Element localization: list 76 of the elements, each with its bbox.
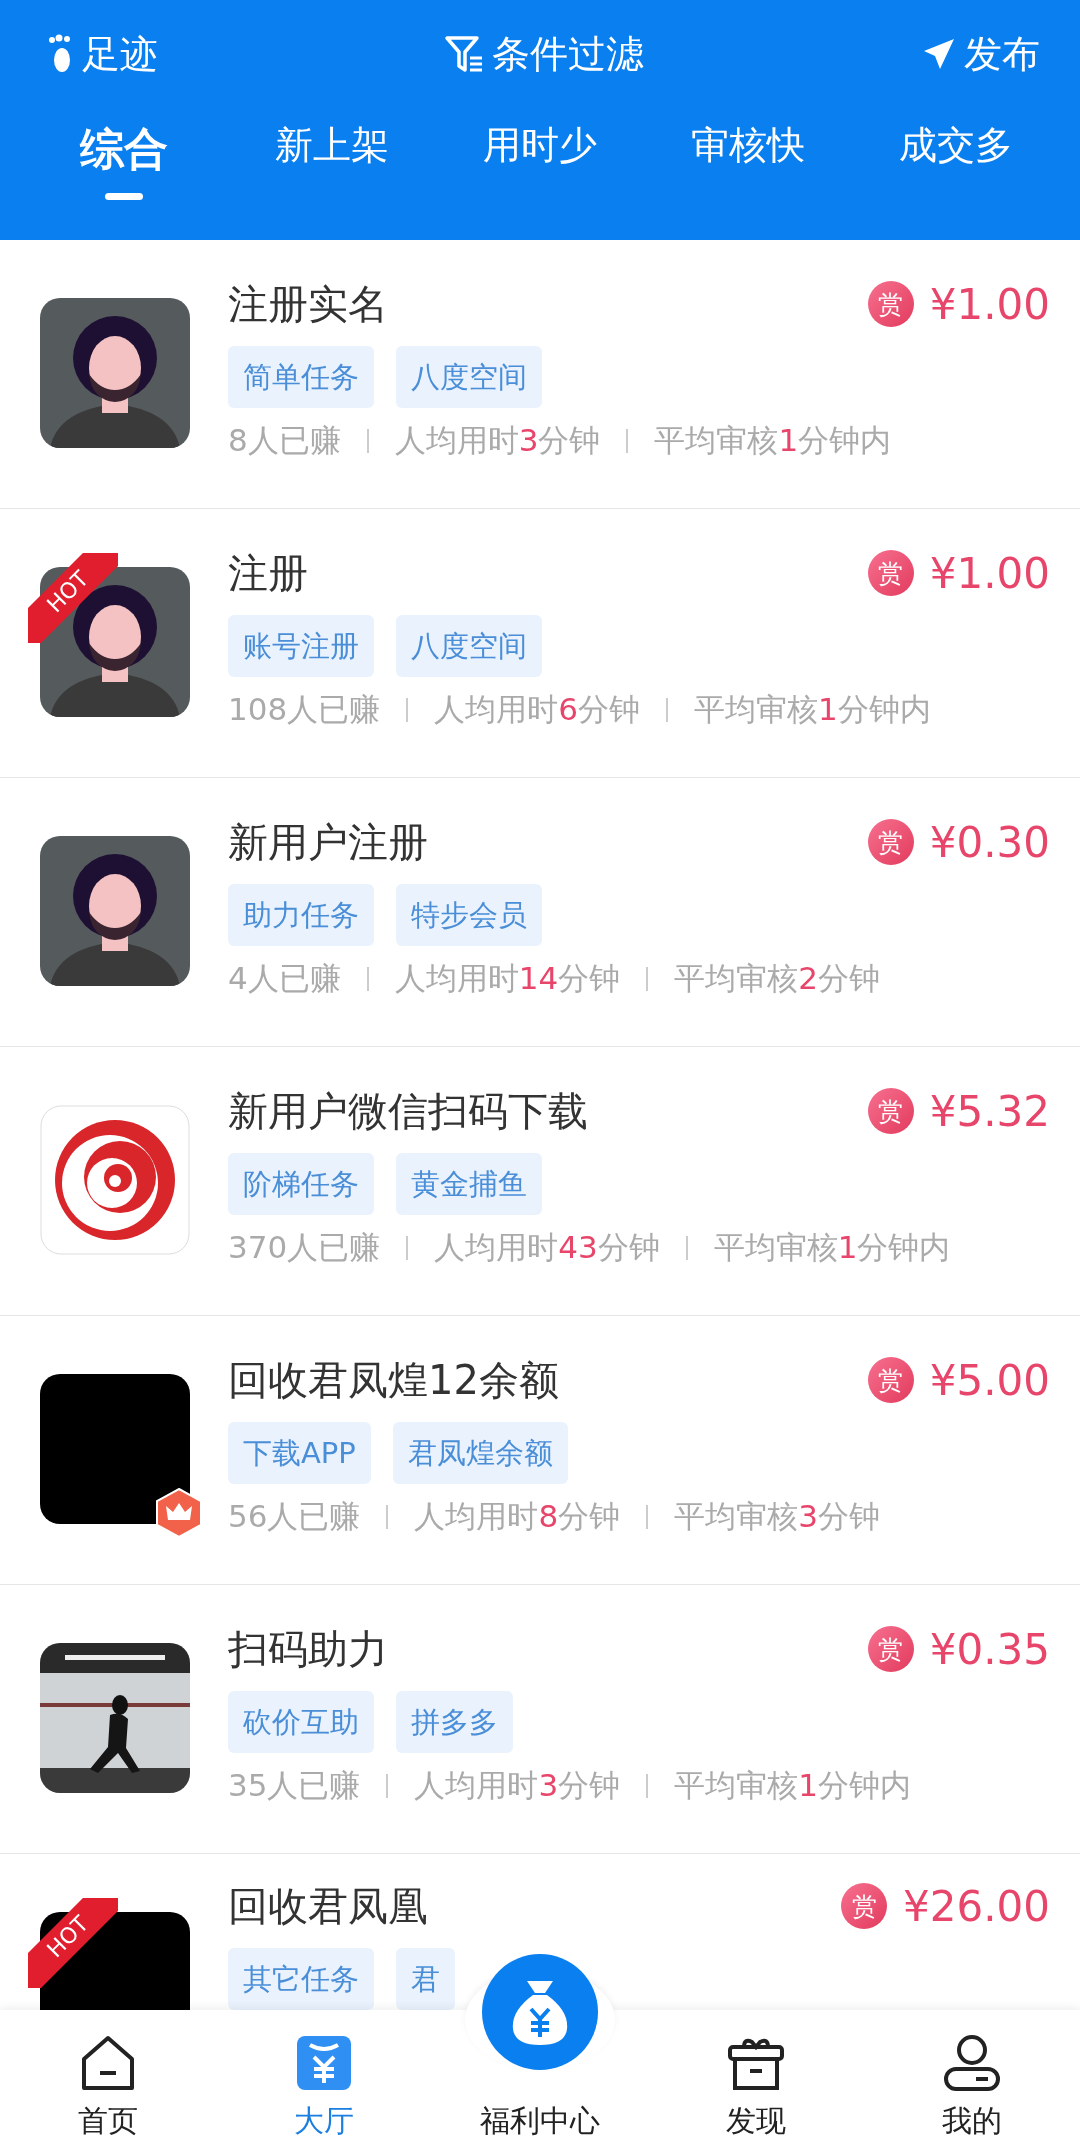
reward-price: ¥5.32	[929, 1086, 1050, 1136]
review-time: 平均审核2分钟	[674, 959, 880, 998]
task-row[interactable]: 注册实名 赏 ¥1.00 简单任务 八度空间 8人已赚 人均用时3分钟 平均审核1分钟内	[0, 240, 1080, 509]
reward-badge: 赏	[867, 550, 914, 596]
reward-badge: 赏	[867, 1088, 914, 1134]
footprints-button[interactable]: 足迹	[48, 28, 158, 80]
task-tag: 助力任务	[228, 884, 374, 946]
task-row[interactable]: 回收君凤煌12余额 赏 ¥5.00 下载APP 君凤煌余额 56人已赚 人均用时8分钟 平均审核3分钟	[0, 1316, 1080, 1585]
earned-count: 108人已赚	[228, 690, 381, 729]
task-tag: 其它任务	[228, 1948, 374, 2010]
nav-item[interactable]: 发现	[648, 2010, 864, 2152]
task-tag: 黄金捕鱼	[396, 1153, 542, 1215]
review-time: 平均审核1分钟内	[654, 421, 892, 460]
nav-item[interactable]: 首页	[0, 2010, 216, 2152]
review-time: 平均审核3分钟	[674, 1497, 880, 1536]
task-title: 扫码助力	[228, 1624, 388, 1674]
nav-item[interactable]: 我的	[864, 2010, 1080, 2152]
task-row[interactable]: 扫码助力 赏 ¥0.35 砍价互助 拼多多 35人已赚 人均用时3分钟 平均审核1分钟内	[0, 1585, 1080, 1854]
reward-badge: 赏	[867, 281, 914, 327]
task-tag: 君	[396, 1948, 455, 2010]
average-time: 人均用时8分钟	[414, 1497, 621, 1536]
average-time: 人均用时6分钟	[434, 690, 640, 729]
tab[interactable]: 综合	[20, 120, 228, 200]
reward-price: ¥5.00	[929, 1355, 1050, 1405]
task-tag: 砍价互助	[228, 1691, 374, 1753]
reward-price: ¥0.35	[929, 1624, 1050, 1674]
task-title: 新用户微信扫码下载	[228, 1086, 588, 1136]
send-icon	[922, 37, 956, 71]
earned-count: 8人已赚	[228, 421, 341, 460]
task-title: 新用户注册	[228, 817, 428, 867]
reward-badge: 赏	[867, 819, 914, 865]
wallet-icon	[294, 2033, 354, 2093]
review-time: 平均审核1分钟内	[674, 1766, 911, 1805]
average-time: 人均用时3分钟	[414, 1766, 621, 1805]
earned-count: 4人已赚	[228, 959, 341, 998]
tab[interactable]: 新上架	[228, 120, 436, 200]
reward-price: ¥1.00	[929, 548, 1050, 598]
reward-badge: 赏	[867, 1357, 914, 1403]
task-title: 注册	[228, 548, 308, 598]
average-time: 人均用时43分钟	[434, 1228, 660, 1267]
task-title: 回收君凤凰	[228, 1881, 428, 1931]
task-row[interactable]: 新用户注册 赏 ¥0.30 助力任务 特步会员 4人已赚 人均用时14分钟 平均审核2分钟	[0, 778, 1080, 1047]
task-tag: 下载APP	[228, 1422, 371, 1484]
earned-count: 370人已赚	[228, 1228, 381, 1267]
task-tag: 简单任务	[228, 346, 374, 408]
reward-price: ¥1.00	[929, 279, 1050, 329]
task-tag: 拼多多	[396, 1691, 513, 1753]
filter-icon	[444, 34, 484, 74]
tab-indicator	[105, 193, 143, 200]
tab[interactable]: 成交多	[852, 120, 1060, 200]
average-time: 人均用时14分钟	[394, 959, 621, 998]
average-time: 人均用时3分钟	[394, 421, 601, 460]
task-tag: 阶梯任务	[228, 1153, 374, 1215]
tab[interactable]: 用时少	[436, 120, 644, 200]
user-icon	[942, 2033, 1002, 2093]
reward-price: ¥26.00	[903, 1881, 1050, 1931]
earned-count: 56人已赚	[228, 1497, 361, 1536]
publish-button[interactable]: 发布	[922, 28, 1040, 80]
task-title: 回收君凤煌12余额	[228, 1355, 559, 1405]
task-tag: 特步会员	[396, 884, 542, 946]
task-tag: 账号注册	[228, 615, 374, 677]
reward-badge: 赏	[867, 1626, 914, 1672]
review-time: 平均审核1分钟内	[713, 1228, 951, 1267]
task-tag: 八度空间	[396, 615, 542, 677]
task-title: 注册实名	[228, 279, 388, 329]
reward-price: ¥0.30	[929, 817, 1050, 867]
task-tag: 君凤煌余额	[392, 1422, 568, 1484]
review-time: 平均审核1分钟内	[693, 690, 931, 729]
filter-button[interactable]: 条件过滤	[444, 28, 644, 80]
tab[interactable]: 审核快	[644, 120, 852, 200]
nav-item[interactable]: 福利中心	[480, 2101, 600, 2142]
task-row[interactable]: 新用户微信扫码下载 赏 ¥5.32 阶梯任务 黄金捕鱼 370人已赚 人均用时43分钟 平均审核1分钟内	[0, 1047, 1080, 1316]
task-tag: 八度空间	[396, 346, 542, 408]
earned-count: 35人已赚	[228, 1766, 361, 1805]
reward-badge: 赏	[841, 1883, 888, 1929]
nav-item[interactable]: 大厅	[216, 2010, 432, 2152]
